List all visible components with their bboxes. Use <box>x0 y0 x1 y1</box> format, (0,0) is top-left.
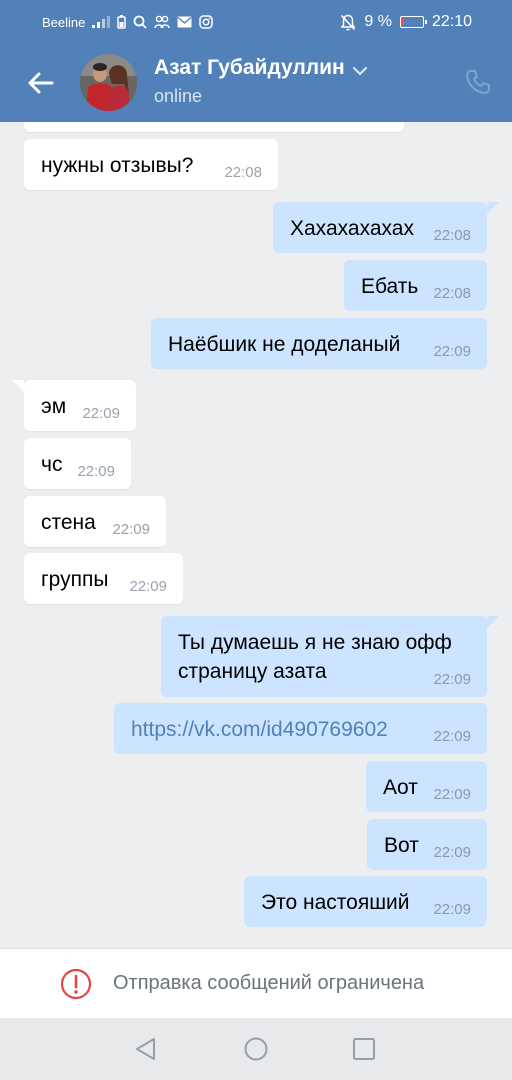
message-time: 22:09 <box>112 521 150 538</box>
message-text: нужны отзывы? <box>41 154 194 177</box>
message-time: 22:09 <box>433 844 471 861</box>
contact-status: online <box>154 86 203 106</box>
message-incoming[interactable]: нужны отзывы? 22:08 <box>24 139 278 190</box>
bubble-tail <box>487 202 499 214</box>
avatar[interactable] <box>80 54 137 111</box>
message-outgoing-link[interactable]: https://vk.com/id490769602 22:09 <box>114 703 487 754</box>
message-text: Вот <box>384 834 419 857</box>
chat-header: Азат Губайдуллин online <box>0 44 512 122</box>
message-time: 22:08 <box>433 227 471 244</box>
message-text: Ебать <box>361 275 419 298</box>
restricted-message: Отправка сообщений ограничена <box>113 972 425 994</box>
phone-icon[interactable] <box>464 68 492 96</box>
message-outgoing[interactable]: Хахахахахах 22:08 <box>273 202 499 253</box>
message-time: 22:09 <box>433 343 471 360</box>
battery-icon <box>399 16 427 28</box>
nav-back-icon[interactable] <box>132 1035 160 1063</box>
contact-name[interactable]: Азат Губайдуллин <box>154 56 345 80</box>
message-outgoing[interactable]: Вот 22:09 <box>367 819 487 870</box>
carrier-label: Beeline <box>42 14 86 30</box>
message-time: 22:09 <box>433 786 471 803</box>
bubble-tail <box>487 616 499 628</box>
message-text: Это настояший <box>261 891 410 914</box>
clock: 22:10 <box>431 13 472 30</box>
battery-percent: 9 % <box>364 13 392 30</box>
status-right: 9 % 22:10 <box>340 13 472 31</box>
message-time: 22:09 <box>77 463 115 480</box>
search-icon <box>133 15 148 29</box>
warning-circle-icon <box>60 968 92 1000</box>
message-outgoing[interactable]: Аот 22:09 <box>366 761 487 812</box>
message-text: Наёбшик не доделаный <box>168 333 401 356</box>
message-outgoing[interactable]: Ты думаешь я не знаю офф страницу азата … <box>161 616 499 697</box>
signal-icon <box>92 16 111 28</box>
messaging-restricted-bar: Отправка сообщений ограничена <box>0 948 512 1018</box>
message-incoming[interactable]: эм 22:09 <box>12 380 136 431</box>
message-link[interactable]: https://vk.com/id490769602 <box>131 715 388 744</box>
message-outgoing[interactable]: Ебать 22:08 <box>344 260 487 311</box>
message-text-line-1: Ты думаешь я не знаю офф <box>178 631 452 654</box>
battery-small-icon <box>117 15 127 29</box>
message-text: чс <box>41 453 63 476</box>
mail-icon <box>177 16 192 28</box>
message-time: 22:09 <box>129 578 167 595</box>
message-text-line-2: страницу азата <box>178 660 327 683</box>
message-text: Аот <box>383 776 418 799</box>
message-bubble-partial <box>24 122 404 132</box>
message-text: эм <box>41 395 67 418</box>
message-outgoing[interactable]: Это настояший 22:09 <box>244 876 487 927</box>
message-text: Хахахахахах <box>290 217 414 240</box>
message-list[interactable]: нужны отзывы? 22:08 Хахахахахах 22:08 Еб… <box>0 122 512 948</box>
mute-icon <box>340 14 356 31</box>
message-incoming[interactable]: группы 22:09 <box>24 553 183 604</box>
nav-home-icon[interactable] <box>242 1035 270 1063</box>
back-arrow-icon[interactable] <box>26 68 56 98</box>
message-time: 22:08 <box>224 164 262 181</box>
system-nav-bar <box>0 1018 512 1080</box>
message-incoming[interactable]: стена 22:09 <box>24 496 166 547</box>
message-text: стена <box>41 511 96 534</box>
status-bar: Beeline 9 % 22:10 <box>0 0 512 44</box>
bubble-tail <box>12 380 24 392</box>
chevron-down-icon[interactable] <box>352 63 368 81</box>
message-incoming[interactable]: чс 22:09 <box>24 438 131 489</box>
instagram-icon <box>199 15 214 29</box>
people-icon <box>154 15 171 29</box>
message-time: 22:09 <box>433 728 471 745</box>
status-left: Beeline <box>42 14 214 30</box>
message-time: 22:08 <box>433 285 471 302</box>
message-text: группы <box>41 568 109 591</box>
message-outgoing[interactable]: Наёбшик не доделаный 22:09 <box>151 318 487 369</box>
message-time: 22:09 <box>433 671 471 688</box>
message-time: 22:09 <box>82 405 120 422</box>
nav-recents-icon[interactable] <box>350 1035 378 1063</box>
message-time: 22:09 <box>433 901 471 918</box>
